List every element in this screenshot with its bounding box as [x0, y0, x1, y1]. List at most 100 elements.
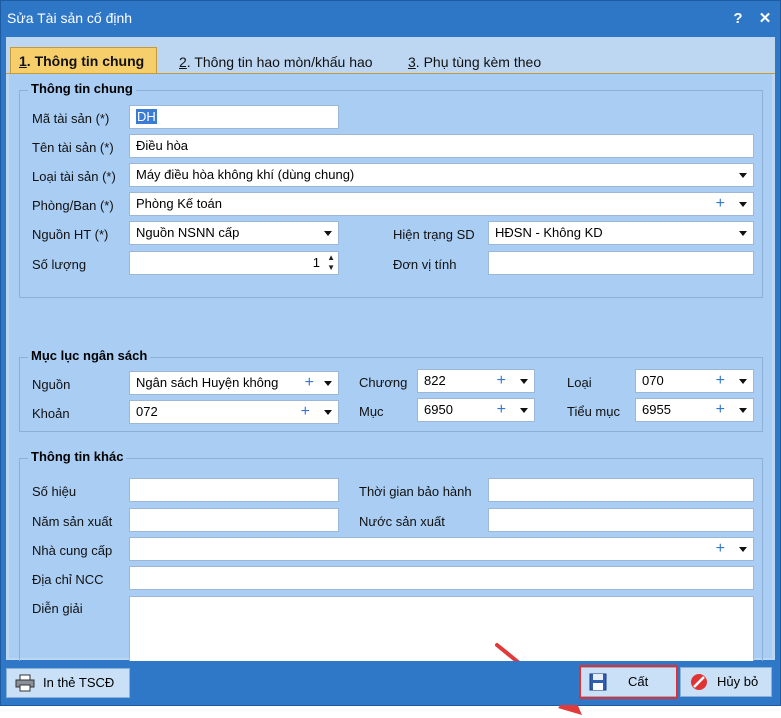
- chevron-down-icon[interactable]: [739, 231, 747, 236]
- status-label: Hiện trạng SD: [393, 227, 475, 242]
- source-label: Nguồn HT (*): [32, 227, 109, 242]
- chevron-down-icon[interactable]: [324, 231, 332, 236]
- baohanh-label: Thời gian bảo hành: [359, 484, 472, 499]
- add-dept-icon[interactable]: +: [716, 193, 725, 215]
- asset-code-label: Mã tài sản (*): [32, 111, 110, 126]
- save-highlight-box: [579, 665, 678, 699]
- diengiai-label: Diễn giải: [32, 601, 83, 616]
- nguon-value: Ngân sách Huyện không: [136, 375, 279, 390]
- tab-general[interactable]: 1. Thông tin chung: [10, 47, 157, 74]
- nuocsx-input[interactable]: [488, 508, 754, 532]
- chevron-down-icon[interactable]: [520, 408, 528, 413]
- tieumuc-value: 6955: [642, 402, 671, 417]
- tieumuc-label: Tiểu mục: [567, 404, 620, 419]
- help-button[interactable]: ?: [728, 8, 748, 30]
- muc-select[interactable]: 6950 +: [417, 398, 535, 422]
- spin-arrows-icon[interactable]: ▲ ▼: [327, 253, 335, 273]
- loai-value: 070: [642, 373, 664, 388]
- ncc-select[interactable]: +: [129, 537, 754, 561]
- asset-name-label: Tên tài sản (*): [32, 140, 114, 155]
- chevron-down-icon[interactable]: [324, 381, 332, 386]
- tab-strip: 1. Thông tin chung 2. Thông tin hao mòn/…: [6, 47, 775, 74]
- source-select[interactable]: Nguồn NSNN cấp: [129, 221, 339, 245]
- tab-accessories[interactable]: 3. Phụ tùng kèm theo: [400, 51, 549, 73]
- tab-general-label: . Thông tin chung: [26, 53, 145, 69]
- baohanh-input[interactable]: [488, 478, 754, 502]
- tab-panel-general: Thông tin chung Mã tài sản (*) DH Tên tà…: [6, 73, 775, 715]
- nuocsx-label: Nước sản xuất: [359, 514, 445, 529]
- dept-value: Phòng Kế toán: [136, 196, 223, 211]
- cancel-button[interactable]: Hủy bỏ: [680, 667, 772, 697]
- nguon-label: Nguồn: [32, 377, 71, 392]
- add-ncc-icon[interactable]: +: [716, 538, 725, 560]
- asset-type-value: Máy điều hòa không khí (dùng chung): [136, 167, 355, 182]
- qty-stepper[interactable]: 1 ▲ ▼: [129, 251, 339, 275]
- add-nguon-icon[interactable]: +: [301, 372, 314, 394]
- asset-type-select[interactable]: Máy điều hòa không khí (dùng chung): [129, 163, 754, 187]
- asset-code-value: DH: [136, 109, 157, 124]
- tab-accessories-label: . Phụ tùng kèm theo: [415, 54, 542, 70]
- unit-label: Đơn vị tính: [393, 257, 457, 272]
- unit-input[interactable]: [488, 251, 754, 275]
- title-bar: Sửa Tài sản cố định ? ✕: [1, 1, 780, 37]
- sohieu-label: Số hiệu: [32, 484, 77, 499]
- status-select[interactable]: HĐSN - Không KD: [488, 221, 754, 245]
- chevron-down-icon[interactable]: [739, 547, 747, 552]
- chevron-down-icon[interactable]: [739, 379, 747, 384]
- printer-icon: [15, 674, 35, 692]
- print-card-label: In thẻ TSCĐ: [43, 675, 115, 690]
- status-value: HĐSN - Không KD: [495, 225, 603, 240]
- dept-select[interactable]: Phòng Kế toán +: [129, 192, 754, 216]
- khoan-value: 072: [136, 404, 158, 419]
- loai-select[interactable]: 070 +: [635, 369, 754, 393]
- cancel-icon: [691, 674, 707, 690]
- close-button[interactable]: ✕: [755, 8, 775, 30]
- sohieu-input[interactable]: [129, 478, 339, 502]
- namsx-input[interactable]: [129, 508, 339, 532]
- chevron-down-icon[interactable]: [739, 173, 747, 178]
- tab-general-hotkey: 1: [19, 53, 27, 69]
- diachi-input[interactable]: [129, 566, 754, 590]
- khoan-label: Khoản: [32, 406, 70, 421]
- diachi-label: Địa chỉ NCC: [32, 572, 104, 587]
- chevron-down-icon[interactable]: [520, 379, 528, 384]
- edit-asset-window: Sửa Tài sản cố định ? ✕ 1. Thông tin chu…: [0, 0, 781, 715]
- tieumuc-select[interactable]: 6955 +: [635, 398, 754, 422]
- print-card-button[interactable]: In thẻ TSCĐ: [6, 668, 130, 698]
- add-tieumuc-icon[interactable]: +: [716, 399, 725, 421]
- other-info-group: Thông tin khác Số hiệu Thời gian bảo hàn…: [19, 449, 763, 694]
- asset-type-label: Loại tài sản (*): [32, 169, 116, 184]
- nguon-select[interactable]: Ngân sách Huyện không +: [129, 371, 339, 395]
- chevron-down-icon[interactable]: [739, 202, 747, 207]
- other-info-legend: Thông tin khác: [28, 449, 127, 464]
- tab-accessories-hotkey: 3: [408, 54, 416, 70]
- add-loai-icon[interactable]: +: [716, 370, 725, 392]
- muc-value: 6950: [424, 402, 453, 417]
- general-info-group: Thông tin chung Mã tài sản (*) DH Tên tà…: [19, 81, 763, 298]
- asset-code-input[interactable]: DH: [129, 105, 339, 129]
- ncc-label: Nhà cung cấp: [32, 543, 113, 558]
- budget-group: Mục lục ngân sách Nguồn Ngân sách Huyện …: [19, 348, 763, 432]
- add-muc-icon[interactable]: +: [497, 399, 506, 421]
- cancel-label: Hủy bỏ: [717, 674, 759, 689]
- muc-label: Mục: [359, 404, 384, 419]
- khoan-select[interactable]: 072 +: [129, 400, 339, 424]
- chevron-down-icon[interactable]: [739, 408, 747, 413]
- asset-name-value: Điều hòa: [136, 138, 189, 153]
- tab-depreciation[interactable]: 2. Thông tin hao mòn/khấu hao: [171, 51, 381, 73]
- chevron-down-icon[interactable]: [324, 410, 332, 415]
- chuong-value: 822: [424, 373, 446, 388]
- qty-value: 1: [312, 255, 320, 270]
- add-khoan-icon[interactable]: +: [301, 401, 310, 423]
- source-value: Nguồn NSNN cấp: [136, 225, 240, 240]
- dept-label: Phòng/Ban (*): [32, 198, 114, 213]
- asset-name-input[interactable]: Điều hòa: [129, 134, 754, 158]
- loai-label: Loại: [567, 375, 592, 390]
- namsx-label: Năm sản xuất: [32, 514, 113, 529]
- dialog-body: 1. Thông tin chung 2. Thông tin hao mòn/…: [6, 37, 775, 715]
- tab-depreciation-label: . Thông tin hao mòn/khấu hao: [186, 54, 373, 70]
- add-chuong-icon[interactable]: +: [497, 370, 506, 392]
- chuong-select[interactable]: 822 +: [417, 369, 535, 393]
- qty-label: Số lượng: [32, 257, 87, 272]
- budget-legend: Mục lục ngân sách: [28, 348, 151, 363]
